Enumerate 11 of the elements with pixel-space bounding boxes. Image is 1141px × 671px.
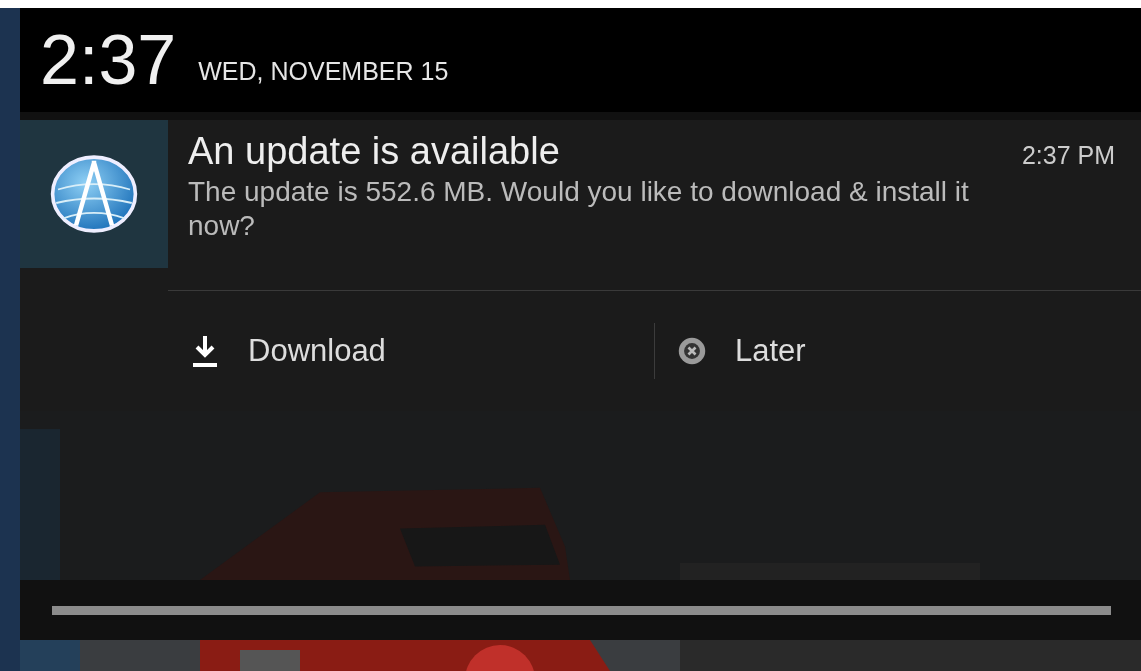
later-button[interactable]: Later bbox=[655, 321, 1141, 381]
notification-time: 2:37 PM bbox=[1021, 141, 1115, 170]
notification-title: An update is available bbox=[188, 130, 560, 173]
shade-handle[interactable] bbox=[20, 580, 1141, 640]
date: WED, NOVEMBER 15 bbox=[198, 56, 449, 86]
notification-card[interactable]: An update is available 2:37 PM The update is 552.6 MB. Would you like to download & install it now? Download Later bbox=[20, 112, 1141, 411]
download-button[interactable]: Download bbox=[168, 321, 654, 381]
compass-globe-icon bbox=[49, 153, 139, 235]
download-icon bbox=[190, 334, 220, 368]
clock: 2:37 bbox=[40, 20, 177, 100]
notification-message: The update is 552.6 MB. Would you like to download & install it now? bbox=[188, 175, 970, 243]
